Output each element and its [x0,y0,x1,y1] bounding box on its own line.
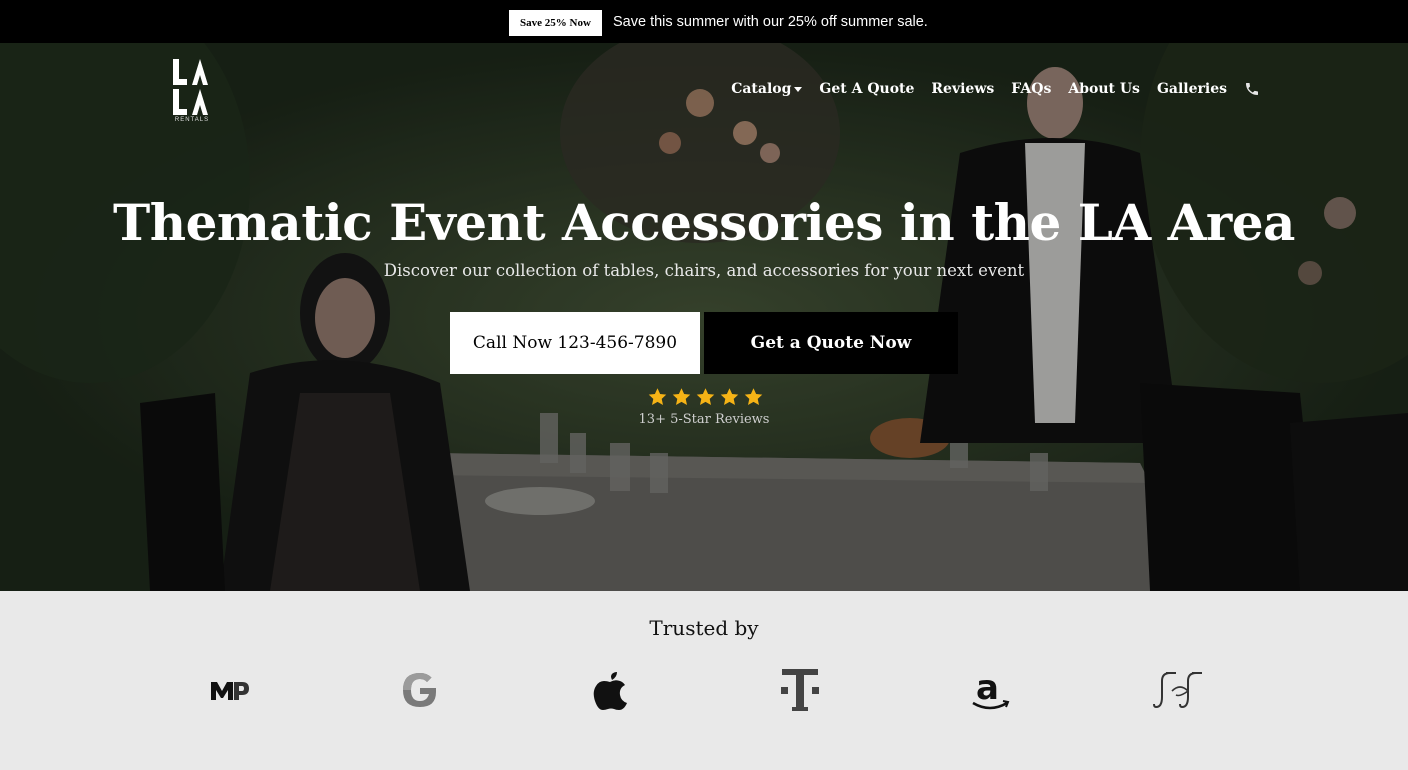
star-icon [744,388,762,405]
apple-logo-icon [580,665,640,715]
call-now-button[interactable]: Call Now 123-456-7890 [450,312,700,374]
trusted-by-section: Trusted by a [0,591,1408,770]
caret-down-icon [794,86,803,92]
trusted-title: Trusted by [649,616,759,640]
nav-item-reviews[interactable]: Reviews [931,81,994,97]
la-logo-icon [173,59,208,115]
amazon-logo-icon: a [960,665,1020,715]
nav-label: Catalog [731,81,792,97]
nav-item-get-a-quote[interactable]: Get A Quote [819,81,914,97]
t-mobile-logo-icon [770,665,830,715]
brand-logo[interactable]: RENTALS [170,57,214,129]
main-nav: Catalog Get A Quote Reviews FAQs About U… [714,81,1260,97]
nav-item-about-us[interactable]: About Us [1068,81,1140,97]
rating-stars [645,386,765,408]
mp-logo-icon [200,665,260,715]
hero-subtitle: Discover our collection of tables, chair… [383,261,1025,280]
star-icon [696,388,714,405]
phone-icon[interactable] [1244,81,1260,97]
get-quote-button[interactable]: Get a Quote Now [704,312,958,374]
page-title: Thematic Event Accessories in the LA Are… [113,193,1295,252]
star-icon [720,388,738,405]
hero-section: RENTALS Catalog Get A Quote Reviews FAQs… [0,43,1408,591]
svg-text:a: a [976,668,999,708]
nav-item-faqs[interactable]: FAQs [1011,81,1051,97]
promo-text: Save this summer with our 25% off summer… [613,14,928,30]
promo-bar: Save 25% Now Save this summer with our 2… [0,0,1408,43]
star-icon [648,388,666,405]
johnson-johnson-logo-icon [1150,665,1210,715]
logo-subtitle: RENTALS [174,117,210,123]
nav-item-catalog[interactable]: Catalog [731,81,803,97]
nav-item-galleries[interactable]: Galleries [1157,81,1227,97]
google-logo-icon [390,665,450,715]
reviews-count[interactable]: 13+ 5-Star Reviews [0,412,1408,427]
save-now-button[interactable]: Save 25% Now [509,10,602,36]
star-icon [672,388,690,405]
